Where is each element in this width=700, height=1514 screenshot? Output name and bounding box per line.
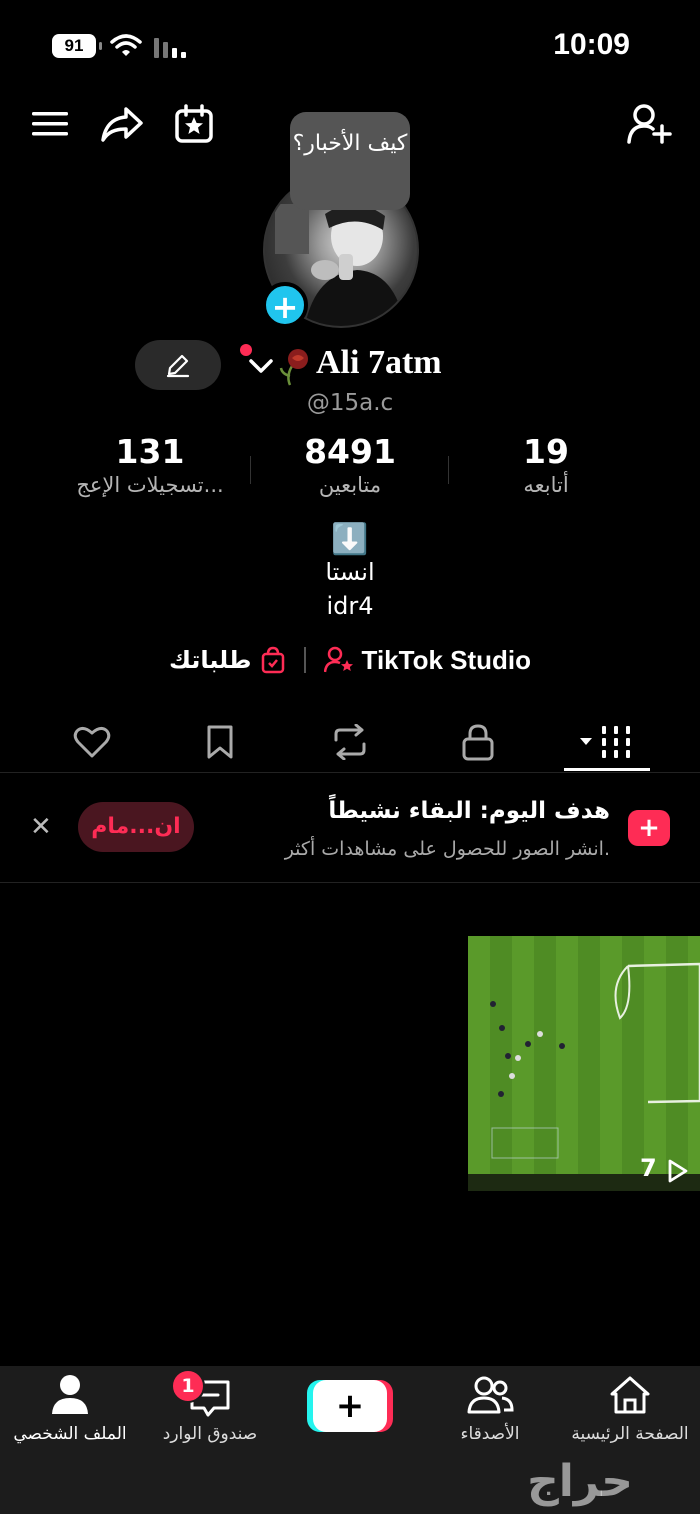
home-icon [610, 1376, 650, 1414]
battery-indicator: 91 [52, 34, 102, 58]
bio-emoji: ⬇️ [331, 522, 369, 557]
content-tabs [0, 710, 700, 773]
hamburger-menu-icon [32, 112, 68, 136]
profile-name-row[interactable]: Ali 7atm [240, 344, 480, 388]
nav-inbox-label: صندوق الوارد [162, 1424, 258, 1444]
haraj-watermark: حراج [527, 1456, 633, 1507]
nav-profile[interactable]: الملف الشخصي [0, 1366, 140, 1466]
tab-saved[interactable] [190, 720, 250, 764]
nav-profile-label: الملف الشخصي [13, 1424, 127, 1444]
video-thumbnail[interactable]: 7 [468, 936, 700, 1191]
following-label: أتابعه [523, 473, 569, 497]
lock-icon [462, 724, 494, 761]
menu-button[interactable] [28, 104, 72, 144]
followers-label: متابعين [318, 473, 382, 497]
wifi-icon [110, 34, 142, 56]
tab-videos[interactable] [576, 720, 636, 764]
display-name: Ali 7atm [316, 344, 442, 381]
bookmark-icon [207, 725, 233, 759]
play-count: 7 [640, 1154, 657, 1182]
orders-link[interactable]: طلباتك [169, 646, 286, 674]
orders-label: طلباتك [168, 646, 252, 674]
pencil-icon [166, 354, 190, 378]
profile-links: طلباتك TikTok Studio [0, 640, 700, 680]
video-preview-image [468, 936, 700, 1174]
stat-likes[interactable]: 131 تسجيلات الإعج... [40, 432, 260, 497]
heart-icon [73, 726, 111, 758]
shopping-bag-icon [261, 646, 284, 674]
grid-dropdown-icon [580, 726, 630, 758]
likes-label: تسجيلات الإعج... [76, 473, 224, 497]
cellular-signal-icon [154, 38, 186, 58]
repost-icon [334, 724, 366, 760]
nav-friends[interactable]: الأصدقاء [420, 1366, 560, 1466]
username: @15a.c [306, 390, 394, 416]
goal-camera-plus-icon: + [628, 810, 670, 846]
following-count: 19 [523, 432, 569, 471]
add-story-button[interactable]: + [262, 282, 308, 328]
inbox-unread-badge: 1 [171, 1369, 205, 1403]
profile-person-icon [52, 1375, 88, 1414]
tab-private[interactable] [448, 720, 508, 764]
avatar-status-bubble[interactable]: كيف الأخبار؟ [290, 112, 410, 210]
calendar-button[interactable] [172, 102, 216, 146]
profile-stats: 131 تسجيلات الإعج... 8491 متابعين 19 أتا… [0, 432, 700, 512]
create-button[interactable]: + [313, 1380, 387, 1432]
active-tab-indicator [564, 768, 650, 771]
play-icon [668, 1159, 688, 1183]
tiktok-studio-link[interactable]: TikTok Studio [323, 644, 532, 676]
close-icon[interactable]: ✕ [30, 812, 52, 842]
chevron-down-icon[interactable] [248, 356, 274, 376]
add-friend-button[interactable] [624, 100, 674, 148]
status-bar: 91 10:09 [0, 0, 700, 90]
nav-inbox[interactable]: صندوق الوارد [140, 1366, 280, 1466]
studio-label: TikTok Studio [361, 644, 532, 675]
links-divider [303, 647, 306, 673]
goal-action-button[interactable]: ان...مام [78, 802, 194, 852]
goal-title: هدف اليوم: البقاء نشيطاً [328, 798, 610, 824]
stat-followers[interactable]: 8491 متابعين [240, 432, 460, 497]
bio-line-1: انستا [325, 558, 375, 586]
creator-star-icon [323, 646, 353, 673]
nav-friends-label: الأصدقاء [460, 1424, 520, 1444]
friends-icon [467, 1376, 514, 1414]
tab-reposts[interactable] [320, 720, 380, 764]
nav-home[interactable]: الصفحة الرئيسية [560, 1366, 700, 1466]
nav-home-label: الصفحة الرئيسية [571, 1424, 689, 1444]
bio-line-2: idr4 [326, 592, 374, 620]
status-time: 10:09 [553, 28, 630, 61]
share-arrow-icon [101, 107, 143, 142]
rose-icon [279, 349, 308, 386]
football-pitch-image [490, 962, 700, 1159]
followers-count: 8491 [304, 432, 396, 471]
stat-following[interactable]: 19 أتابعه [436, 432, 656, 497]
likes-count: 131 [115, 432, 185, 471]
goal-subtitle: انشر الصور للحصول على مشاهدات أكثر. [284, 838, 610, 860]
add-person-icon [627, 104, 672, 144]
tab-liked[interactable] [62, 720, 122, 764]
calendar-star-icon [175, 104, 213, 143]
share-profile-button[interactable] [98, 102, 146, 146]
edit-profile-button[interactable] [135, 340, 221, 390]
daily-goal-banner: + هدف اليوم: البقاء نشيطاً انشر الصور لل… [0, 782, 700, 883]
